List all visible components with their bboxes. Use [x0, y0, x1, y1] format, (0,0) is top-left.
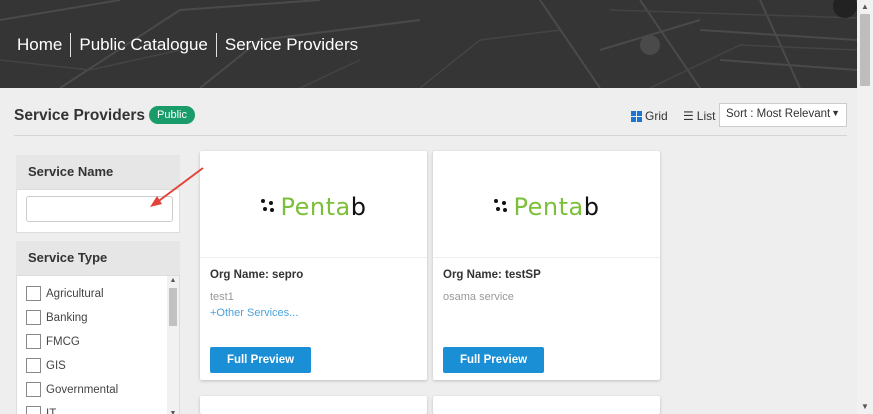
provider-card[interactable] [200, 396, 427, 414]
checkbox[interactable] [26, 406, 41, 414]
org-name: Org Name: testSP [443, 269, 541, 281]
title-row: Service Providers Public Grid ☰ List Sor… [14, 103, 847, 131]
chevron-down-icon: ▼ [831, 108, 840, 118]
pentab-logo: Pentab [200, 193, 427, 221]
service-type-label: Banking [46, 311, 88, 324]
logo-dots-icon [493, 199, 508, 213]
scroll-down-icon[interactable]: ▼ [857, 400, 873, 414]
page-scrollbar[interactable]: ▲ ▼ [857, 0, 873, 414]
grid-view-label: Grid [645, 109, 668, 123]
logo-text-suffix: b [583, 193, 600, 221]
service-type-list: Agricultural Banking FMCG GIS Government… [16, 275, 180, 414]
org-name: Org Name: sepro [210, 269, 304, 281]
breadcrumb-home[interactable]: Home [17, 35, 62, 55]
provider-card[interactable]: Pentab Org Name: sepro test1 +Other Serv… [200, 151, 427, 380]
logo-dots-icon [260, 199, 275, 213]
breadcrumb-public-catalogue[interactable]: Public Catalogue [79, 35, 208, 55]
service-type-option[interactable]: FMCG [26, 334, 80, 349]
service-description: osama service [443, 291, 514, 303]
breadcrumb-service-providers: Service Providers [224, 35, 359, 54]
sort-select[interactable]: Sort : Most Relevant ▼ [719, 103, 847, 127]
service-type-option[interactable]: Agricultural [26, 286, 104, 301]
service-description: test1 [210, 291, 234, 303]
full-preview-button[interactable]: Full Preview [210, 347, 311, 373]
logo-text-suffix: b [350, 193, 367, 221]
service-type-label: Agricultural [46, 287, 104, 300]
list-view-toggle[interactable]: ☰ List [683, 109, 715, 123]
service-type-option[interactable]: IT [26, 406, 56, 414]
divider [14, 135, 847, 136]
checkbox[interactable] [26, 334, 41, 349]
service-name-heading: Service Name [16, 155, 180, 189]
scroll-down-icon[interactable]: ▼ [167, 410, 179, 414]
list-view-label: List [696, 109, 716, 123]
filter-sidebar: Service Name Service Type Agricultural B… [16, 155, 180, 414]
sort-value: Sort : Most Relevant [726, 108, 831, 120]
full-preview-button[interactable]: Full Preview [443, 347, 544, 373]
header-banner: Home Public Catalogue Service Providers [0, 0, 857, 88]
card-divider [433, 257, 660, 258]
logo-text: Penta [513, 193, 584, 221]
checkbox[interactable] [26, 382, 41, 397]
service-type-option[interactable]: Banking [26, 310, 88, 325]
grid-icon [631, 110, 642, 122]
breadcrumb-separator [70, 33, 72, 57]
service-type-heading: Service Type [16, 241, 180, 275]
scroll-up-icon[interactable]: ▲ [167, 277, 179, 284]
breadcrumb: Home Public Catalogue Service Providers [17, 33, 358, 57]
provider-card[interactable]: Pentab Org Name: testSP osama service Fu… [433, 151, 660, 380]
checkbox[interactable] [26, 286, 41, 301]
service-name-box [16, 189, 180, 233]
status-badge: Public [149, 106, 195, 124]
service-type-option[interactable]: GIS [26, 358, 66, 373]
provider-card[interactable] [433, 396, 660, 414]
pentab-logo: Pentab [433, 193, 660, 221]
other-services-link[interactable]: +Other Services... [210, 307, 298, 319]
service-type-option[interactable]: Governmental [26, 382, 118, 397]
scroll-up-icon[interactable]: ▲ [857, 0, 873, 14]
checkbox[interactable] [26, 310, 41, 325]
checkbox[interactable] [26, 358, 41, 373]
grid-view-toggle[interactable]: Grid [631, 109, 668, 123]
card-divider [200, 257, 427, 258]
service-type-label: Governmental [46, 383, 119, 396]
logo-text: Penta [280, 193, 351, 221]
list-icon: ☰ [683, 109, 694, 123]
page-title: Service Providers [14, 107, 145, 124]
breadcrumb-separator [215, 33, 217, 57]
service-type-label: FMCG [46, 335, 80, 348]
scrollbar-thumb[interactable] [169, 288, 177, 326]
service-type-label: IT [46, 407, 57, 414]
service-type-label: GIS [46, 359, 66, 372]
service-type-scrollbar[interactable]: ▲ ▼ [167, 276, 179, 414]
service-name-input[interactable] [26, 196, 173, 222]
scrollbar-thumb[interactable] [860, 14, 870, 86]
